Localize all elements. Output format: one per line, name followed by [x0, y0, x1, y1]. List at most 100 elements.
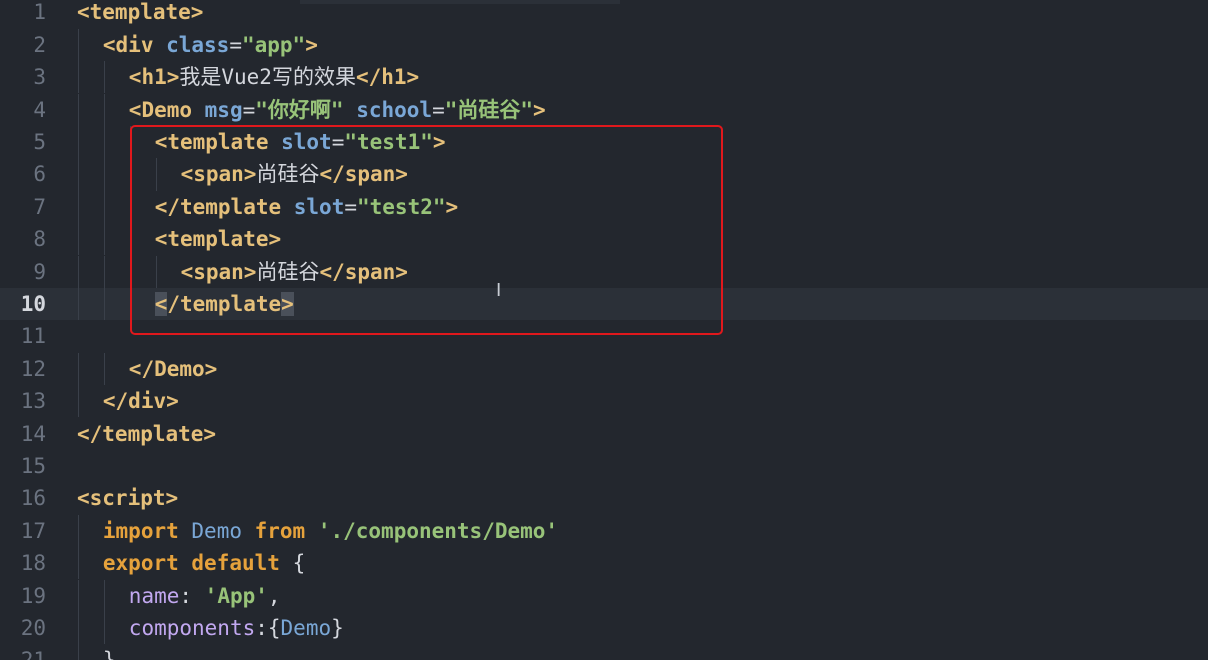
code-token: =	[242, 97, 256, 122]
code-text: </template>	[77, 418, 216, 450]
code-token: :	[179, 583, 205, 608]
code-token: "test1"	[344, 129, 433, 154]
code-line[interactable]: 20 components:{Demo}	[0, 611, 1208, 645]
code-line[interactable]: 19 name: 'App',	[0, 579, 1208, 612]
code-token: "尚硅谷"	[444, 97, 534, 122]
indent-guide	[103, 352, 105, 386]
line-number: 5	[33, 129, 46, 154]
code-token: =	[344, 194, 357, 219]
code-token: ,	[267, 583, 281, 608]
code-text: </Demo>	[129, 353, 218, 385]
code-text: <template>	[155, 223, 281, 255]
code-token: <Demo	[128, 97, 205, 122]
indent-guide	[129, 125, 131, 159]
indent-guide	[129, 255, 131, 288]
line-number: 20	[20, 615, 46, 640]
line-number: 12	[20, 356, 46, 381]
code-text: <span>尚硅谷</span>	[181, 158, 408, 190]
code-text: },	[103, 644, 128, 660]
code-line[interactable]: 18 export default {	[0, 547, 1208, 580]
code-line[interactable]: 1 <template>	[0, 0, 1208, 29]
code-line[interactable]: 16 <script>	[0, 482, 1208, 514]
code-token: >	[445, 194, 459, 219]
code-token: Demo	[191, 518, 255, 543]
code-token: export	[102, 551, 192, 576]
indent-guide	[103, 125, 105, 159]
code-token: </h1>	[355, 65, 420, 90]
code-token: </span>	[319, 162, 408, 187]
code-line[interactable]: 17 import Demo from './components/Demo'	[0, 514, 1208, 548]
code-line[interactable]: 12 </Demo>	[0, 352, 1208, 386]
code-token: slot	[293, 194, 345, 219]
indent-guide	[78, 255, 79, 288]
code-token: >	[305, 32, 318, 57]
code-line[interactable]: 21},	[0, 644, 1208, 660]
code-text: <script>	[77, 482, 178, 514]
code-token: school	[356, 97, 433, 122]
line-number: 3	[33, 65, 46, 90]
code-token: './components/Demo'	[317, 518, 559, 543]
code-text: <span>尚硅谷</span>	[181, 256, 408, 288]
code-line[interactable]: 14 </template>	[0, 418, 1208, 450]
code-text: <Demo msg="你好啊" school="尚硅谷">	[129, 94, 546, 126]
indent-guide	[78, 158, 79, 191]
code-line[interactable]: 7 </template slot="test2">	[0, 190, 1208, 224]
code-token: },	[103, 648, 128, 660]
line-number: 19	[20, 583, 46, 608]
indent-guide	[103, 190, 105, 224]
indent-guide	[78, 352, 79, 386]
code-token: =	[432, 97, 445, 122]
indent-guide	[78, 223, 79, 256]
code-token: <	[154, 291, 168, 316]
code-token: <template	[154, 129, 282, 154]
code-line[interactable]: 2 <div class="app">	[0, 28, 1208, 62]
code-token: Demo	[280, 615, 332, 640]
indent-guide	[78, 125, 79, 159]
code-token: 我是Vue2写的效果	[179, 65, 356, 90]
code-line[interactable]: 10 </template>	[0, 287, 1208, 321]
code-line[interactable]: 3 <h1>我是Vue2写的效果</h1>	[0, 61, 1208, 94]
code-line[interactable]: 4 <Demo msg="你好啊" school="尚硅谷">	[0, 93, 1208, 126]
indent-guide	[103, 93, 105, 126]
code-token: <template>	[77, 0, 204, 25]
indent-guide	[103, 61, 105, 94]
code-token: </div>	[102, 389, 179, 414]
line-number: 18	[20, 551, 46, 576]
code-line[interactable]: 9 <span>尚硅谷</span>	[0, 255, 1208, 288]
indent-guide	[78, 611, 79, 645]
code-text: components:{Demo}	[129, 612, 344, 644]
code-token: <template>	[154, 227, 282, 252]
code-editor[interactable]: 1 <template> 2 <div class="app"> 3 <h1>我是Vue2…	[0, 0, 1208, 660]
code-token: <div	[102, 32, 167, 57]
line-number: 4	[33, 97, 46, 122]
code-token: <h1>	[128, 65, 180, 90]
code-line[interactable]: 8 <template>	[0, 223, 1208, 256]
indent-guide	[129, 158, 131, 191]
code-text: <template slot="test1">	[155, 126, 446, 158]
code-token: "app"	[241, 32, 306, 57]
code-text: export default {	[103, 547, 305, 579]
code-token: class	[166, 32, 230, 57]
indent-guide	[155, 255, 157, 288]
line-number: 9	[33, 259, 46, 284]
code-token: "test2"	[357, 194, 446, 219]
indent-guide	[103, 579, 105, 612]
code-token: </template>	[77, 421, 217, 446]
code-token: components	[128, 615, 256, 640]
code-line[interactable]: 13 </div>	[0, 385, 1208, 418]
line-number: 6	[33, 162, 46, 187]
indent-guide	[129, 223, 131, 256]
code-line[interactable]: 11	[0, 320, 1208, 352]
code-token: 尚硅谷	[256, 259, 320, 284]
line-number: 21	[0, 644, 46, 660]
indent-guide	[78, 514, 79, 548]
code-line[interactable]: 6 <span>尚硅谷</span>	[0, 158, 1208, 191]
code-token: >	[533, 97, 546, 122]
line-number: 15	[20, 453, 46, 478]
code-token: 尚硅谷	[256, 162, 320, 187]
code-token: }	[331, 615, 344, 640]
code-line[interactable]: 5 <template slot="test1">	[0, 125, 1208, 159]
line-number: 16	[20, 486, 46, 511]
code-line[interactable]: 15	[0, 450, 1208, 482]
code-token: slot	[281, 129, 332, 154]
